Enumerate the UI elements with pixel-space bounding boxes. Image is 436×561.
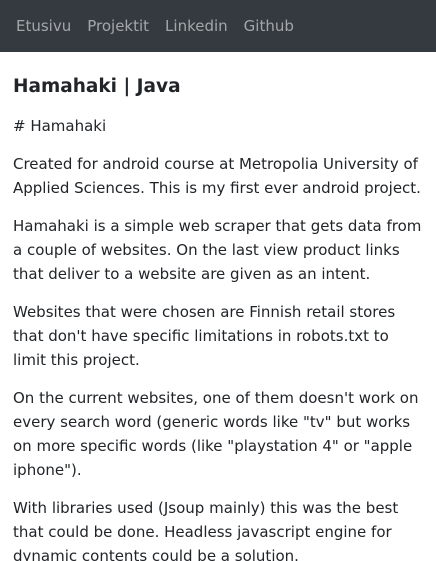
paragraph-limitations: On the current websites, one of them doe… bbox=[13, 389, 419, 479]
nav-link-etusivu[interactable]: Etusivu bbox=[16, 18, 71, 34]
project-content: Hamahaki | Java # Hamahaki Created for a… bbox=[0, 52, 436, 561]
paragraph-websites: Websites that were chosen are Finnish re… bbox=[13, 303, 396, 369]
paragraph-libraries: With libraries used (Jsoup mainly) this … bbox=[13, 499, 399, 561]
paragraph-intro: Created for android course at Metropolia… bbox=[13, 155, 421, 197]
nav-link-linkedin[interactable]: Linkedin bbox=[165, 18, 228, 34]
top-navbar: Etusivu Projektit Linkedin Github bbox=[0, 0, 436, 52]
nav-link-github[interactable]: Github bbox=[244, 18, 294, 34]
page-title: Hamahaki | Java bbox=[13, 76, 181, 97]
nav-link-projektit[interactable]: Projektit bbox=[87, 18, 149, 34]
paragraph-description: Hamahaki is a simple web scraper that ge… bbox=[13, 217, 422, 283]
markdown-heading-text: # Hamahaki bbox=[13, 117, 107, 135]
